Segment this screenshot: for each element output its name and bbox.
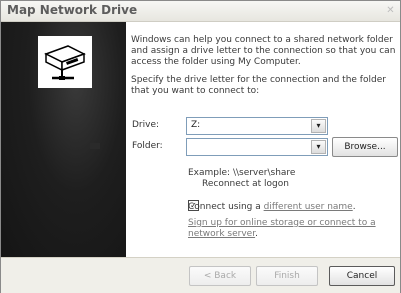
connect-using-prefix: Connect using a (188, 202, 264, 212)
close-icon[interactable]: ✕ (384, 4, 397, 17)
network-drive-icon (38, 36, 92, 88)
panel-divider-notch (90, 143, 100, 149)
dialog-content: Windows can help you connect to a shared… (1, 22, 400, 257)
wizard-side-panel (1, 22, 126, 257)
map-network-drive-dialog: Map Network Drive ✕ Windows can help you… (0, 0, 401, 293)
instructions: Windows can help you connect to a shared… (131, 35, 396, 104)
connect-using-suffix: . (352, 202, 356, 212)
connect-using-line: Connect using a different user name. (188, 202, 356, 212)
back-button[interactable]: < Back (189, 266, 251, 286)
drive-value: Z: (191, 120, 201, 130)
window-title: Map Network Drive (7, 3, 138, 17)
folder-combobox[interactable]: ▾ (186, 138, 328, 156)
title-bar: Map Network Drive ✕ (1, 1, 400, 22)
signup-line: Sign up for online storage or connect to… (188, 218, 388, 240)
instructions-para-1: Windows can help you connect to a shared… (131, 35, 396, 67)
drive-select[interactable]: Z: ▾ (186, 117, 328, 135)
signup-suffix: . (255, 229, 258, 239)
browse-button[interactable]: Browse... (332, 137, 398, 157)
signup-link[interactable]: Sign up for online storage or connect to… (188, 218, 376, 239)
folder-label: Folder: (132, 141, 163, 151)
button-bar: < Back Finish Cancel (1, 257, 400, 293)
different-user-link[interactable]: different user name (264, 202, 353, 212)
instructions-para-2: Specify the drive letter for the connect… (131, 75, 386, 96)
cancel-button[interactable]: Cancel (329, 266, 395, 286)
reconnect-label[interactable]: Reconnect at logon (202, 179, 289, 189)
chevron-down-icon[interactable]: ▾ (311, 140, 326, 154)
drive-label: Drive: (132, 120, 160, 130)
chevron-down-icon[interactable]: ▾ (311, 119, 326, 133)
finish-button[interactable]: Finish (256, 266, 318, 286)
example-text: Example: \\server\share (188, 168, 296, 178)
